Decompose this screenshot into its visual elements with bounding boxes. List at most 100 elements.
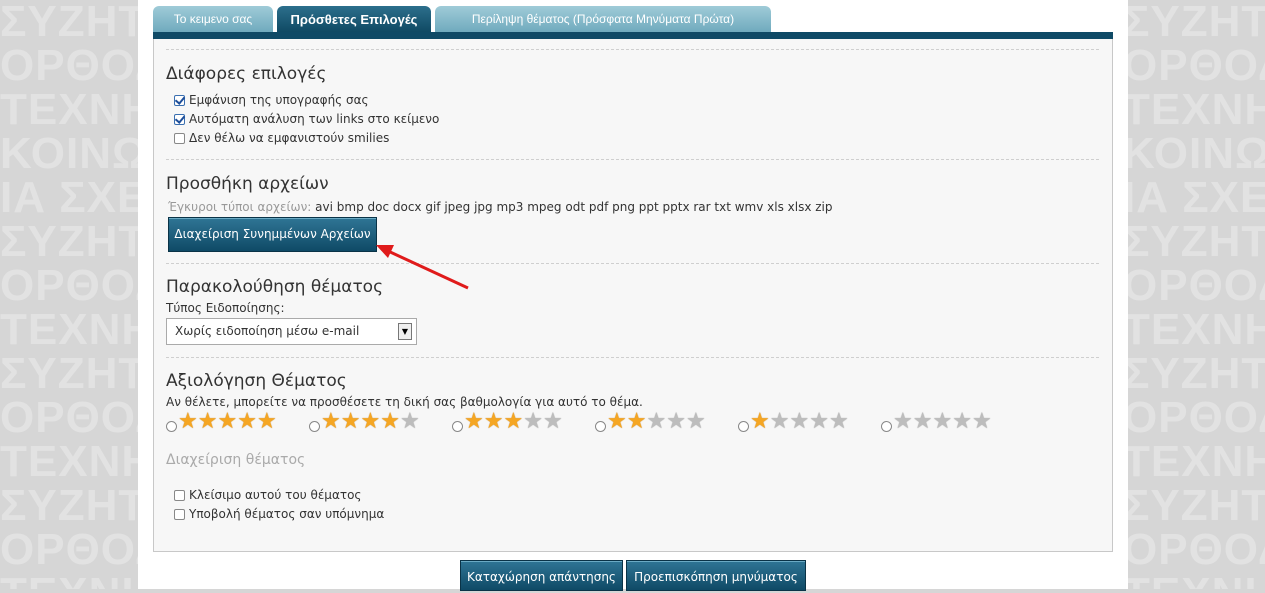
disable-smilies-label: Δεν θέλω να εμφανιστούν smilies — [189, 131, 390, 145]
star-icon: ★ — [340, 409, 361, 434]
watermark-word: ΟΡΘΟΔΛ — [1127, 41, 1265, 90]
watermark-word: ΣΥΖΗΤΗ — [1127, 217, 1265, 266]
rating-radio[interactable] — [309, 420, 320, 432]
star-icon: ★ — [399, 409, 420, 434]
valid-file-types-list: avi bmp doc docx gif jpeg jpg mp3 mpeg o… — [315, 200, 833, 214]
star-icon: ★ — [769, 409, 790, 434]
star-icon: ★ — [523, 409, 543, 434]
star-icon: ★ — [483, 409, 504, 434]
thread-rating-title: Αξιολόγηση Θέματος — [166, 371, 347, 391]
notification-type-label: Τύπος Ειδοποίησης: — [166, 301, 285, 315]
watermark-word: ΟΡΘΟΔΛ — [1127, 525, 1265, 574]
valid-file-types: Έγκυροι τύποι αρχείων: avi bmp doc docx … — [168, 200, 833, 214]
section-divider — [166, 159, 1099, 160]
rating-option-4[interactable]: ★ ★ ★ ★ ★ — [309, 411, 420, 433]
misc-options-title: Διάφορες επιλογές — [166, 64, 327, 84]
star-icon: ★ — [666, 409, 686, 434]
show-signature-label: Εμφάνιση της υπογραφής σας — [189, 93, 369, 107]
watermark-word: ΤΕΧΝΗ — [0, 572, 150, 590]
star-icon: ★ — [237, 409, 257, 434]
rating-radio[interactable] — [881, 420, 892, 432]
watermark-word: ΤΕΧΝΗ — [0, 437, 150, 486]
star-icon: ★ — [646, 409, 667, 434]
close-thread-option[interactable]: Κλείσιμο αυτού του θέματος — [174, 487, 361, 503]
rating-option-5[interactable]: ★ ★ ★ ★ ★ — [166, 411, 277, 433]
section-divider — [166, 263, 1099, 264]
disable-smilies-checkbox[interactable] — [174, 132, 185, 144]
watermark-word: ΙΑ ΣΧΕ — [0, 173, 148, 222]
section-divider — [166, 49, 1099, 50]
close-thread-checkbox[interactable] — [174, 489, 185, 501]
show-signature-option[interactable]: Εμφάνιση της υπογραφής σας — [174, 92, 369, 108]
rating-radio[interactable] — [738, 420, 749, 432]
rating-option-0[interactable]: ★ ★ ★ ★ ★ — [881, 411, 992, 433]
rating-radio[interactable] — [166, 420, 177, 432]
watermark-word: ΤΕΧΝΗ — [0, 305, 150, 354]
rating-option-1[interactable]: ★ ★ ★ ★ ★ — [738, 411, 849, 433]
watermark-word: ΚΟΙΝΩΝ — [1127, 129, 1265, 178]
watermark-word: ΣΥΖΗΤΗ — [0, 481, 150, 530]
parse-links-option[interactable]: Αυτόματη ανάλυση των links στο κείμενο — [174, 111, 439, 127]
watermark-word: ΤΕΧΝΗ — [1127, 305, 1265, 354]
tab-message-text[interactable]: Το κειμενο σας — [153, 6, 273, 33]
valid-file-types-label: Έγκυροι τύποι αρχείων: — [168, 200, 312, 214]
dropdown-arrow-icon[interactable]: ▼ — [398, 323, 412, 340]
star-icon: ★ — [912, 409, 933, 434]
tab-bar-underline — [153, 32, 1113, 39]
rating-radio[interactable] — [595, 420, 606, 432]
star-icon: ★ — [217, 409, 238, 434]
rating-option-3[interactable]: ★ ★ ★ ★ ★ — [452, 411, 563, 433]
manage-attachments-button[interactable]: Διαχείριση Συνημμένων Αρχείων — [168, 217, 377, 252]
sticky-thread-checkbox[interactable] — [174, 508, 185, 520]
star-icon: ★ — [321, 409, 341, 434]
options-panel: Διάφορες επιλογές Εμφάνιση της υπογραφής… — [153, 39, 1113, 552]
submit-reply-button[interactable]: Καταχώρηση απάντησης — [460, 560, 623, 591]
watermark-word: ΙΑ ΣΧΕ — [1127, 173, 1265, 222]
tab-additional-options[interactable]: Πρόσθετες Επιλογές — [277, 6, 431, 33]
star-icon: ★ — [256, 409, 277, 434]
attachments-title: Προσθήκη αρχείων — [166, 174, 329, 194]
star-icon: ★ — [197, 409, 218, 434]
sticky-thread-option[interactable]: Υποβολή θέματος σαν υπόμνημα — [174, 506, 384, 522]
watermark-word: ΣΥΖΗΤΗ — [0, 349, 150, 398]
star-icon: ★ — [360, 409, 381, 434]
star-icon: ★ — [932, 409, 953, 434]
background-watermark-left: ΣΥΖΗΤΗΟΡΘΟΔΛΤΕΧΝΗΚΟΙΝΩΝΙΑ ΣΧΕΣΥΖΗΤΗΟΡΘΟΔ… — [0, 0, 150, 589]
sticky-thread-label: Υποβολή θέματος σαν υπόμνημα — [189, 507, 385, 521]
notification-type-value: Χωρίς ειδοποίηση μέσω e-mail — [175, 324, 360, 338]
background-watermark-right: ΣΥΖΗΤΗΟΡΘΟΔΛΤΕΧΝΗΚΟΙΝΩΝΙΑ ΣΧΕΣΥΖΗΤΗΟΡΘΟΔ… — [1127, 0, 1265, 589]
star-icon: ★ — [178, 409, 198, 434]
disable-smilies-option[interactable]: Δεν θέλω να εμφανιστούν smilies — [174, 130, 389, 146]
watermark-word: ΚΟΙΝΩΝ — [0, 129, 150, 178]
rating-radio[interactable] — [452, 420, 463, 432]
watermark-word: ΟΡΘΟΔΛ — [1127, 393, 1265, 442]
thread-management-title: Διαχείριση θέματος — [166, 452, 306, 468]
watermark-word: ΟΡΘΟΔΛ — [1127, 261, 1265, 310]
close-thread-label: Κλείσιμο αυτού του θέματος — [189, 488, 362, 502]
star-icon: ★ — [971, 409, 992, 434]
notification-type-select[interactable]: Χωρίς ειδοποίηση μέσω e-mail ▼ — [166, 318, 417, 345]
preview-post-button[interactable]: Προεπισκόπηση μηνύματος — [626, 560, 806, 591]
star-icon: ★ — [893, 409, 913, 434]
watermark-word: ΤΕΧΝΗ — [1127, 85, 1265, 134]
star-icon: ★ — [542, 409, 563, 434]
watermark-word: ΣΥΖΗΤΗ — [1127, 349, 1265, 398]
watermark-word: ΣΥΖΗΤΗ — [1127, 481, 1265, 530]
watermark-word: ΤΕΧΝΗ — [1127, 437, 1265, 486]
parse-links-checkbox[interactable] — [174, 113, 185, 125]
watermark-word: ΤΕΧΝΗ — [1127, 572, 1265, 590]
parse-links-label: Αυτόματη ανάλυση των links στο κείμενο — [189, 112, 440, 126]
star-icon: ★ — [626, 409, 647, 434]
watermark-word: ΣΥΖΗΤΗ — [0, 217, 150, 266]
tab-thread-summary[interactable]: Περίληψη θέματος (Πρόσφατα Μηνύματα Πρώτ… — [435, 6, 771, 33]
thread-subscription-title: Παρακολούθηση θέματος — [166, 277, 384, 297]
star-icon: ★ — [809, 409, 829, 434]
rating-option-2[interactable]: ★ ★ ★ ★ ★ — [595, 411, 706, 433]
reply-form-page: Το κειμενο σας Πρόσθετες Επιλογές Περίλη… — [138, 0, 1128, 591]
thread-rating-description: Αν θέλετε, μπορείτε να προσθέσετε τη δικ… — [166, 395, 643, 409]
section-divider — [166, 357, 1099, 358]
star-icon: ★ — [503, 409, 524, 434]
star-icon: ★ — [789, 409, 810, 434]
show-signature-checkbox[interactable] — [174, 94, 185, 106]
watermark-word: ΣΥΖΗΤΗ — [1127, 0, 1265, 46]
